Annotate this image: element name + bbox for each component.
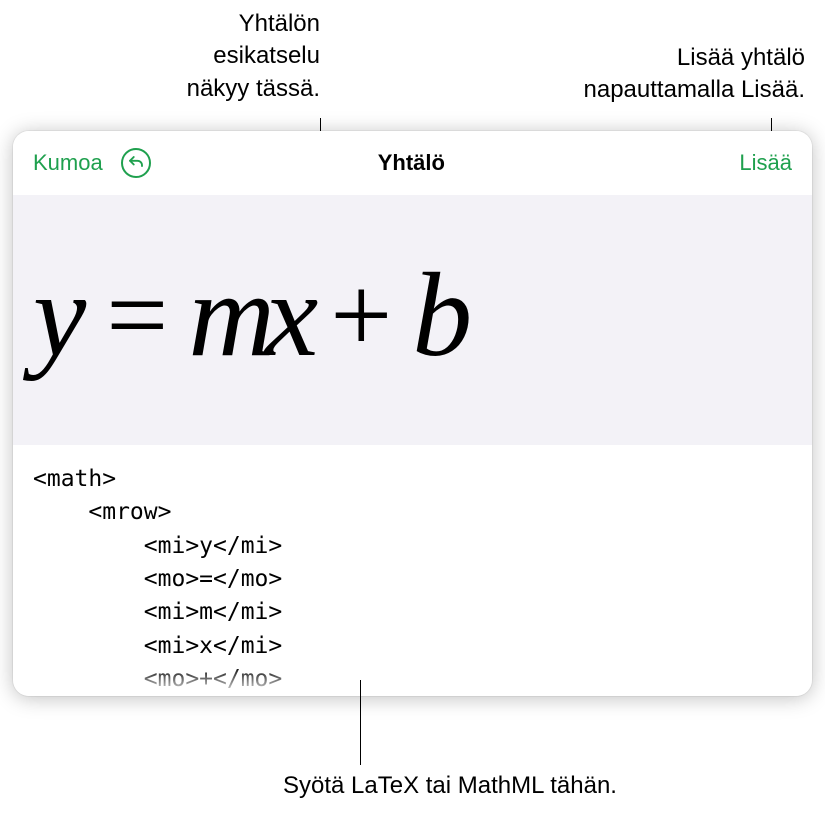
callout-input-text: Syötä LaTeX tai MathML tähän. [283, 772, 617, 799]
undo-icon [127, 154, 145, 172]
callout-insert: Lisää yhtälö napauttamalla Lisää. [540, 42, 805, 107]
eq-var-b: b [412, 246, 470, 384]
undo-button[interactable] [121, 148, 151, 178]
equation-rendered: y = mx + b [33, 246, 470, 384]
code-input[interactable]: <math> <mrow> <mi>y</mi> <mo>=</mo> <mi>… [13, 445, 812, 696]
cancel-button[interactable]: Kumoa [33, 150, 103, 176]
eq-op-plus: + [330, 252, 390, 379]
callout-input: Syötä LaTeX tai MathML tähän. [200, 770, 700, 802]
panel-title: Yhtälö [151, 150, 672, 176]
toolbar-left: Kumoa [33, 148, 151, 178]
insert-button[interactable]: Lisää [739, 150, 792, 175]
callout-preview: Yhtälön esikatselu näkyy tässä. [120, 8, 320, 105]
equation-preview: y = mx + b [13, 195, 812, 445]
toolbar-right: Lisää [672, 150, 792, 176]
equation-editor-panel: Kumoa Yhtälö Lisää y = mx + b <math> <mr… [13, 131, 812, 696]
callout-insert-text: Lisää yhtälö napauttamalla Lisää. [540, 42, 805, 107]
toolbar: Kumoa Yhtälö Lisää [13, 131, 812, 195]
eq-mx: mx [188, 246, 308, 384]
callout-preview-text: Yhtälön esikatselu näkyy tässä. [120, 8, 320, 105]
eq-var-y: y [33, 246, 84, 384]
leader-input [360, 680, 361, 765]
eq-op-equals: = [106, 252, 166, 379]
